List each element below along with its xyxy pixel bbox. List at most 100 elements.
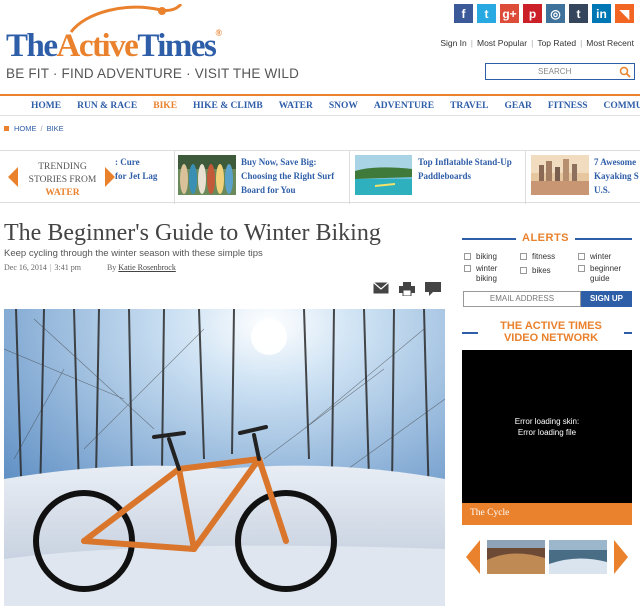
trending-topic: WATER bbox=[45, 188, 80, 198]
nav-item-fitness[interactable]: FITNESS bbox=[548, 101, 588, 111]
alert-checkbox-fitness[interactable]: fitness bbox=[520, 252, 555, 262]
twitter-icon[interactable]: t bbox=[477, 4, 496, 23]
facebook-icon[interactable]: f bbox=[454, 4, 473, 23]
trending-story-text: Top Inflatable Stand-Up bbox=[418, 157, 512, 167]
trending-bar: TRENDING STORIES FROM WATER : Cure for J… bbox=[0, 150, 640, 204]
nav-item-run-race[interactable]: RUN & RACE bbox=[77, 101, 137, 111]
surfboards-thumbnail[interactable] bbox=[178, 155, 236, 195]
video-title-line2: VIDEO NETWORK bbox=[503, 332, 599, 344]
checkbox-icon bbox=[578, 265, 585, 272]
linkedin-icon[interactable]: in bbox=[592, 4, 611, 23]
article-date: Dec 16, 2014 bbox=[4, 263, 47, 272]
trending-story-2[interactable]: Buy Now, Save Big: Choosing the Right Su… bbox=[241, 155, 334, 197]
breadcrumb-bike[interactable]: BIKE bbox=[47, 124, 64, 133]
trending-next-arrow-icon[interactable] bbox=[105, 167, 115, 187]
link-separator: | bbox=[580, 38, 583, 48]
video-player[interactable]: Error loading skin: Error loading file bbox=[462, 350, 632, 505]
nav-item-community[interactable]: COMMUNITY bbox=[604, 101, 640, 111]
checkbox-icon bbox=[520, 267, 527, 274]
alert-checkbox-bikes[interactable]: bikes bbox=[520, 266, 551, 276]
checkbox-icon bbox=[578, 253, 585, 260]
author-link[interactable]: Katie Rosenbrock bbox=[118, 263, 176, 272]
most-popular-link[interactable]: Most Popular bbox=[477, 38, 527, 48]
print-icon[interactable] bbox=[399, 282, 415, 296]
article-tools bbox=[373, 282, 441, 296]
trending-story-text: Choosing the Right Surf bbox=[241, 171, 335, 181]
trending-label-line2: STORIES FROM bbox=[28, 175, 97, 185]
nav-item-adventure[interactable]: ADVENTURE bbox=[374, 101, 434, 111]
email-icon[interactable] bbox=[373, 282, 389, 294]
email-field[interactable]: EMAIL ADDRESS bbox=[463, 291, 581, 307]
main-nav: HOME RUN & RACE BIKE HIKE & CLIMB WATER SNOW A… bbox=[0, 94, 640, 116]
trending-divider bbox=[525, 151, 526, 204]
trending-divider bbox=[349, 151, 350, 204]
video-error-line2: Error loading file bbox=[517, 428, 577, 437]
logo-active: Active bbox=[56, 28, 139, 64]
video-thumbnail-2 bbox=[549, 540, 607, 574]
site-tagline: BE FIT · FIND ADVENTURE · VISIT THE WILD bbox=[6, 66, 300, 81]
trending-story-3[interactable]: Top Inflatable Stand-Up Paddleboards bbox=[418, 155, 512, 183]
trending-story-text: U.S. bbox=[594, 185, 611, 195]
social-links: f t g+ p ◎ t in ◥ bbox=[454, 4, 634, 23]
breadcrumb-separator: / bbox=[40, 124, 43, 133]
google-plus-icon[interactable]: g+ bbox=[500, 4, 519, 23]
account-links: Sign In | Most Popular | Top Rated | Most Rece… bbox=[440, 38, 634, 48]
nav-item-snow[interactable]: SNOW bbox=[329, 101, 358, 111]
hero-image-winter-bike bbox=[4, 309, 445, 606]
checkbox-label: beginner guide bbox=[590, 264, 622, 283]
nav-item-gear[interactable]: GEAR bbox=[504, 101, 531, 111]
paddleboard-thumbnail[interactable] bbox=[355, 155, 412, 195]
video-error-message: Error loading skin: Error loading file bbox=[462, 416, 632, 438]
alert-checkbox-beginner-guide[interactable]: beginner guide bbox=[578, 264, 628, 284]
alert-checkbox-winter[interactable]: winter bbox=[578, 252, 611, 262]
search-placeholder: SEARCH bbox=[538, 67, 572, 76]
most-recent-link[interactable]: Most Recent bbox=[586, 38, 634, 48]
top-rated-link[interactable]: Top Rated bbox=[537, 38, 576, 48]
logo-wordmark: TheActiveTimes® bbox=[6, 28, 222, 65]
search-icon[interactable] bbox=[619, 66, 631, 78]
site-logo[interactable]: TheActiveTimes® BE FIT · FIND ADVENTURE … bbox=[6, 4, 299, 84]
pinterest-icon[interactable]: p bbox=[523, 4, 542, 23]
alert-checkbox-biking[interactable]: biking bbox=[464, 252, 497, 262]
nav-item-hike-climb[interactable]: HIKE & CLIMB bbox=[193, 101, 263, 111]
nav-item-travel[interactable]: TRAVEL bbox=[450, 101, 488, 111]
checkbox-icon bbox=[464, 253, 471, 260]
kayaking-city-thumbnail[interactable] bbox=[531, 155, 589, 195]
trending-story-text: Paddleboards bbox=[418, 171, 472, 181]
nav-item-water[interactable]: WATER bbox=[279, 101, 313, 111]
checkbox-label: winter biking bbox=[476, 264, 498, 283]
video-caption: The Cycle bbox=[470, 508, 510, 518]
meta-separator: | bbox=[49, 263, 52, 272]
checkbox-label: winter bbox=[590, 252, 612, 261]
nav-item-home[interactable]: HOME bbox=[31, 101, 61, 111]
rss-icon[interactable]: ◥ bbox=[615, 4, 634, 23]
sign-up-button[interactable]: SIGN UP bbox=[581, 291, 632, 307]
trending-story-1[interactable]: : Cure for Jet Lag bbox=[115, 155, 157, 183]
article-time: 3:41 pm bbox=[54, 263, 81, 272]
article-meta: Dec 16, 2014 | 3:41 pm By Katie Rosenbrock bbox=[4, 263, 176, 272]
trending-story-text: Buy Now, Save Big: bbox=[241, 157, 317, 167]
checkbox-icon bbox=[520, 253, 527, 260]
search-input[interactable]: SEARCH bbox=[485, 63, 635, 80]
instagram-icon[interactable]: ◎ bbox=[546, 4, 565, 23]
checkbox-label: bikes bbox=[532, 266, 551, 275]
video-error-line1: Error loading skin: bbox=[514, 417, 580, 426]
trending-prev-arrow-icon[interactable] bbox=[8, 167, 18, 187]
sign-in-link[interactable]: Sign In bbox=[440, 38, 466, 48]
trending-story-text: for Jet Lag bbox=[115, 171, 158, 181]
comment-icon[interactable] bbox=[425, 282, 441, 296]
article-subtitle: Keep cycling through the winter season w… bbox=[4, 248, 263, 259]
trending-story-text: Kayaking S bbox=[594, 171, 639, 181]
breadcrumb-home[interactable]: HOME bbox=[14, 124, 37, 133]
trending-story-text: : Cure bbox=[115, 157, 140, 167]
trending-label-line1: TRENDING bbox=[38, 162, 87, 172]
alert-checkbox-winter-biking[interactable]: winter biking bbox=[464, 264, 514, 284]
checkbox-icon bbox=[464, 265, 471, 272]
nav-item-bike[interactable]: BIKE bbox=[153, 101, 177, 111]
carousel-next-arrow-icon bbox=[614, 540, 628, 574]
video-caption-bar[interactable]: The Cycle bbox=[462, 503, 632, 525]
video-carousel bbox=[466, 540, 628, 574]
link-separator: | bbox=[470, 38, 473, 48]
tumblr-icon[interactable]: t bbox=[569, 4, 588, 23]
trending-story-4[interactable]: 7 Awesome Kayaking S U.S. bbox=[594, 155, 639, 197]
